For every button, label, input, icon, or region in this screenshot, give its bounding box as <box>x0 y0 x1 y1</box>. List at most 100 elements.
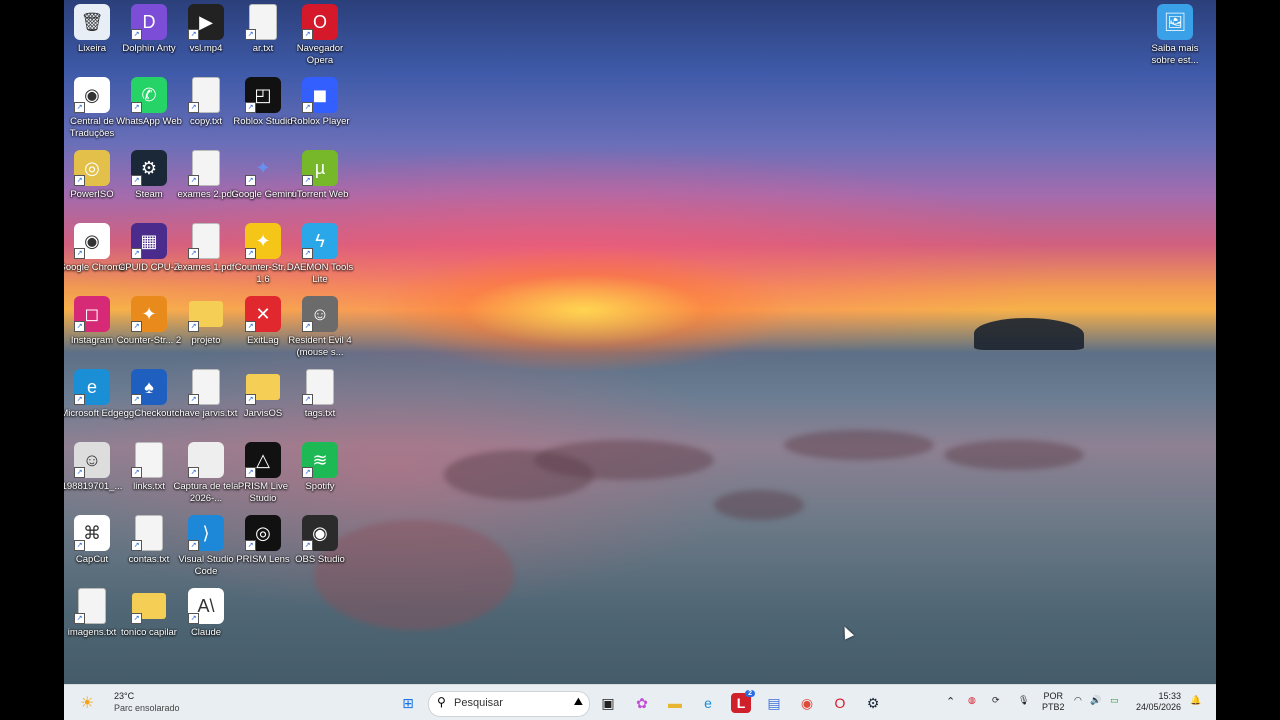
desktop-icon[interactable]: ✆ ↗ WhatsApp Web <box>116 77 182 128</box>
desktop-icon[interactable]: O ↗ Navegador Opera <box>292 4 348 67</box>
shortcut-arrow-icon: ↗ <box>245 321 256 332</box>
desktop-icon[interactable]: ▦ ↗ CPUID CPU-Z <box>118 223 180 274</box>
shortcut-arrow-icon: ↗ <box>245 248 256 259</box>
desktop-icon[interactable]: ◰ ↗ Roblox Studio <box>233 77 293 128</box>
desktop-icon[interactable]: ◉ ↗ Central de Traduções <box>64 77 120 140</box>
desktop-icon[interactable]: ◎ ↗ PRISM Lens <box>235 515 291 566</box>
whatsapp-icon: ✆ ↗ <box>131 77 167 113</box>
desktop-icon[interactable]: µ ↗ uTorrent Web <box>292 150 348 201</box>
desktop-icon[interactable]: ↗ links.txt <box>121 442 177 493</box>
tray-chevron-icon[interactable]: ⌃ <box>946 695 955 708</box>
desktop-icon[interactable]: ✦ ↗ Google Gemini <box>231 150 294 201</box>
volume-icon[interactable]: 🔊 <box>1090 695 1101 706</box>
spotlight-shortcut[interactable]: 🖼 Saiba mais sobre est... <box>1147 4 1203 67</box>
desktop-icon[interactable]: ♠ ↗ ggCheckout <box>121 369 177 420</box>
shortcut-arrow-icon: ↗ <box>74 102 85 113</box>
desktop-icon[interactable]: ✦ ↗ Counter-Str... 2 <box>117 296 181 347</box>
language-indicator[interactable]: POR PTB2 <box>1042 691 1065 713</box>
desktop-icon[interactable]: ✦ ↗ Counter-Str... 1.6 <box>235 223 291 286</box>
copilot-icon[interactable]: ✿ <box>632 693 652 713</box>
shortcut-arrow-icon: ↗ <box>131 29 142 40</box>
folder-icon: ↗ <box>245 369 281 405</box>
text-file-icon: ↗ <box>188 77 224 113</box>
dolphin-anty-icon: D ↗ <box>131 4 167 40</box>
desktop-icon[interactable]: ⟩ ↗ Visual Studio Code <box>178 515 234 578</box>
shortcut-arrow-icon: ↗ <box>302 175 313 186</box>
desktop-icon[interactable]: ↗ Captura de tela 2026-... <box>174 442 238 505</box>
notification-icon[interactable]: 🔔 <box>1190 695 1201 706</box>
tray-app-icon[interactable]: ◍ <box>968 695 976 706</box>
desktop-icon[interactable]: ↗ copy.txt <box>178 77 234 128</box>
desktop-icon[interactable]: ◎ ↗ PowerISO <box>64 150 120 201</box>
desktop-icon[interactable]: 🗑 Lixeira <box>64 4 120 55</box>
chrome-icon: ◉ ↗ <box>74 223 110 259</box>
desktop-icon[interactable]: ✕ ↗ ExitLag <box>235 296 291 347</box>
desktop-icon[interactable]: ↗ ar.txt <box>235 4 291 55</box>
desktop-icon[interactable]: ☺ ↗ Resident Evil 4 (mouse s... <box>288 296 352 359</box>
microphone-icon[interactable]: 🎙 <box>1018 695 1029 706</box>
opera-icon[interactable]: O <box>830 693 850 713</box>
language-code: POR <box>1043 691 1064 701</box>
desktop-icon[interactable]: ↗ tonico capilar <box>121 588 177 639</box>
steam-icon[interactable]: ⚙ <box>863 693 883 713</box>
desktop-icon[interactable]: ◻ ↗ Instagram <box>64 296 120 347</box>
shortcut-arrow-icon: ↗ <box>245 102 256 113</box>
search-highlight-icon: ⛰ <box>573 696 583 708</box>
l-app-badge: 2 <box>745 690 755 697</box>
text-file-icon: ↗ <box>188 369 224 405</box>
desktop-icon[interactable]: ϟ ↗ DAEMON Tools Lite <box>287 223 353 286</box>
instagram-icon: ◻ ↗ <box>74 296 110 332</box>
edge-icon[interactable]: e <box>698 693 718 713</box>
desktop-icon[interactable]: ↗ contas.txt <box>121 515 177 566</box>
clock[interactable]: 15:33 24/05/2026 <box>1136 691 1181 713</box>
desktop-icon[interactable]: ≋ ↗ Spotify <box>292 442 348 493</box>
desktop-icon[interactable]: △ ↗ PRISM Live Studio <box>235 442 291 505</box>
store-icon[interactable]: ▤ <box>764 693 784 713</box>
shortcut-arrow-icon: ↗ <box>188 613 199 624</box>
text-file-icon: ↗ <box>131 442 167 478</box>
desktop-icon[interactable]: ⌘ ↗ CapCut <box>64 515 120 566</box>
desktop-icon[interactable]: ↗ projeto <box>178 296 234 347</box>
search-box[interactable]: ⚲ Pesquisar ⛰ <box>428 691 590 717</box>
desktop-icon[interactable]: ⚙ ↗ Steam <box>121 150 177 201</box>
shortcut-arrow-icon: ↗ <box>74 540 85 551</box>
desktop-icon[interactable]: A\ ↗ Claude <box>178 588 234 639</box>
wifi-icon[interactable]: ◠ <box>1074 695 1082 706</box>
clock-time: 15:33 <box>1158 691 1182 701</box>
shortcut-arrow-icon: ↗ <box>188 394 199 405</box>
shortcut-arrow-icon: ↗ <box>188 248 199 259</box>
file-explorer-icon[interactable]: ▬ <box>665 693 685 713</box>
recycle-bin-icon: 🗑 <box>74 4 110 40</box>
battery-icon[interactable]: ▭ <box>1110 695 1119 706</box>
shortcut-arrow-icon: ↗ <box>302 29 313 40</box>
shortcut-arrow-icon: ↗ <box>188 175 199 186</box>
shortcut-arrow-icon: ↗ <box>131 102 142 113</box>
desktop-icon[interactable]: ↗ imagens.txt <box>64 588 120 639</box>
tray-sync-icon[interactable]: ⟳ <box>992 695 1000 706</box>
poweriso-icon: ◎ ↗ <box>74 150 110 186</box>
desktop-icon[interactable]: ↗ chave jarvis.txt <box>175 369 237 420</box>
start-icon[interactable]: ⊞ <box>398 693 418 713</box>
desktop-icon[interactable]: ◼ ↗ Roblox Player <box>290 77 350 128</box>
shortcut-arrow-icon: ↗ <box>302 248 313 259</box>
counter-strike-2-icon: ✦ ↗ <box>131 296 167 332</box>
desktop-icon-label: Roblox Player <box>290 116 350 127</box>
desktop-icon[interactable]: ↗ exames 1.pdf <box>177 223 235 274</box>
desktop-icon[interactable]: ↗ exames 2.pdf <box>177 150 235 201</box>
desktop-icon[interactable]: ☺ ↗ 198819701_... <box>64 442 122 493</box>
l-app-icon[interactable]: L2 <box>731 690 755 713</box>
desktop-icon[interactable]: ◉ ↗ OBS Studio <box>292 515 348 566</box>
desktop-icon[interactable]: ↗ tags.txt <box>292 369 348 420</box>
chrome-icon[interactable]: ◉ <box>797 693 817 713</box>
desktop-icon[interactable]: e ↗ Microsoft Edge <box>64 369 124 420</box>
weather-widget[interactable]: ☀ 23°C Parc ensolarado <box>76 685 196 720</box>
desktop-icon[interactable]: D ↗ Dolphin Anty <box>121 4 177 55</box>
desktop-icon[interactable]: ↗ JarvisOS <box>235 369 291 420</box>
counter-strike-icon: ✦ ↗ <box>245 223 281 259</box>
opera-icon: O ↗ <box>302 4 338 40</box>
desktop-icon[interactable]: ▶ ↗ vsl.mp4 <box>178 4 234 55</box>
task-view-icon[interactable]: ▣ <box>598 693 618 713</box>
desktop-icon[interactable]: ◉ ↗ Google Chrome <box>64 223 126 274</box>
shortcut-arrow-icon: ↗ <box>74 394 85 405</box>
taskbar: ☀ 23°C Parc ensolarado ⊞ ⚲ Pesquisar ⛰ ▣… <box>64 684 1216 720</box>
